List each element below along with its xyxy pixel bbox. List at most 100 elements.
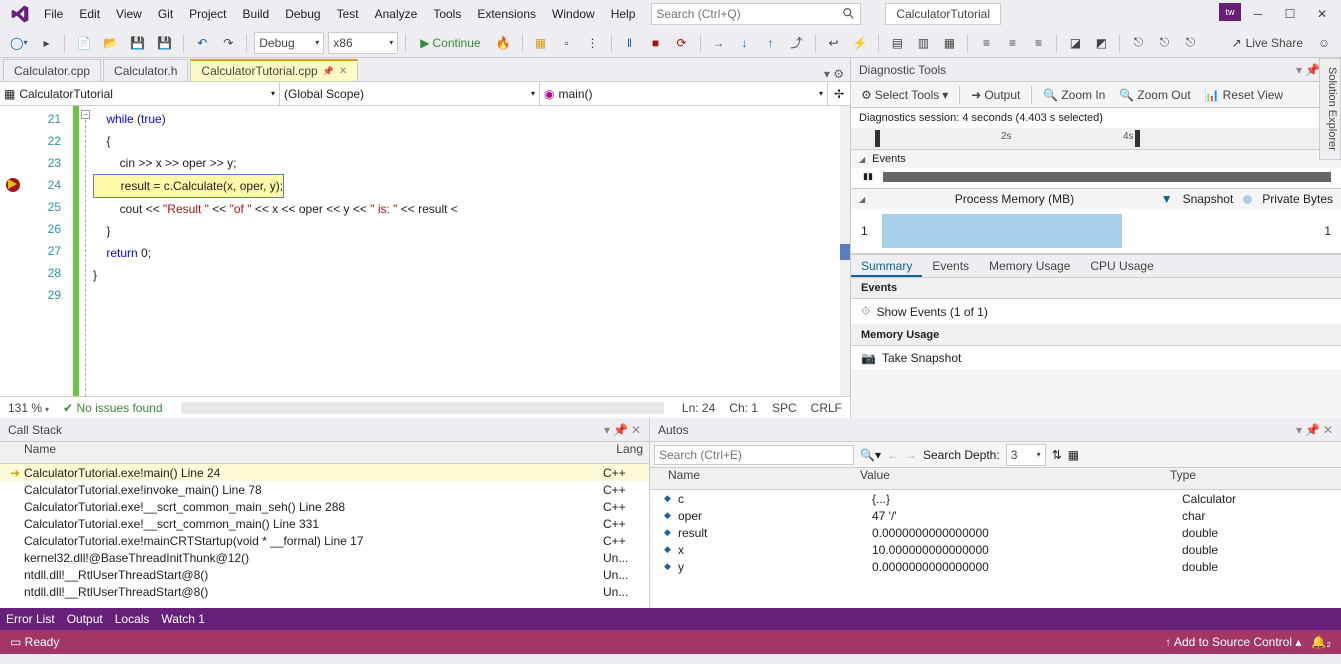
tb-btn-17[interactable]: ⎋: [1179, 32, 1201, 54]
step-out-button[interactable]: ↑: [760, 32, 782, 54]
diag-tab-summary[interactable]: Summary: [851, 255, 922, 277]
tb-btn-8[interactable]: ▥: [912, 32, 934, 54]
memory-section[interactable]: Memory Usage: [851, 325, 1341, 346]
callstack-title[interactable]: Call Stack▾📌✕: [0, 418, 649, 442]
menu-debug[interactable]: Debug: [277, 3, 328, 25]
tb-btn-1[interactable]: ▦: [530, 32, 552, 54]
menu-window[interactable]: Window: [544, 3, 603, 25]
search-icon[interactable]: 🔍▾: [860, 448, 881, 462]
step-into-button[interactable]: →: [708, 32, 730, 54]
tb-btn-9[interactable]: ▦: [938, 32, 960, 54]
menu-build[interactable]: Build: [235, 3, 278, 25]
tb-btn-14[interactable]: ◩: [1090, 32, 1112, 54]
menu-tools[interactable]: Tools: [425, 3, 469, 25]
diag-tab-memory-usage[interactable]: Memory Usage: [979, 255, 1080, 277]
pin-icon[interactable]: 📌: [1305, 63, 1320, 77]
events-header[interactable]: Events: [851, 150, 1341, 168]
depth-combo[interactable]: 3▾: [1006, 444, 1046, 466]
autos-row[interactable]: ◆oper47 '/'char: [650, 507, 1341, 524]
show-events-button[interactable]: ⟐Show Events (1 of 1): [851, 299, 1341, 325]
menu-help[interactable]: Help: [603, 3, 644, 25]
close-button[interactable]: ✕: [1307, 3, 1337, 25]
diag-title[interactable]: Diagnostic Tools▾📌✕: [851, 58, 1341, 82]
nav-back-button[interactable]: ◯▾: [6, 32, 31, 54]
account-icon[interactable]: tw: [1219, 3, 1241, 21]
live-share-button[interactable]: ↗ Live Share: [1226, 36, 1309, 50]
maximize-button[interactable]: ☐: [1275, 3, 1305, 25]
tb-btn-7[interactable]: ▤: [886, 32, 908, 54]
tab-Calculator.cpp[interactable]: Calculator.cpp: [3, 59, 101, 81]
tb-btn-10[interactable]: ≡: [975, 32, 997, 54]
output-button[interactable]: ➜ Output: [965, 86, 1026, 104]
tb-a1[interactable]: ⇅: [1052, 448, 1062, 462]
take-snapshot-button[interactable]: 📷Take Snapshot: [851, 346, 1341, 371]
menu-test[interactable]: Test: [329, 3, 367, 25]
tb-btn-12[interactable]: ≡: [1027, 32, 1049, 54]
nav-fwd-button[interactable]: ▸: [35, 32, 57, 54]
menu-file[interactable]: File: [36, 3, 71, 25]
bottom-tab-watch-1[interactable]: Watch 1: [161, 612, 205, 626]
search-box[interactable]: [651, 3, 861, 25]
tb-btn-6[interactable]: ⚡: [849, 32, 872, 54]
reset-view-button[interactable]: 📊 Reset View: [1199, 86, 1289, 104]
tab-Calculator.h[interactable]: Calculator.h: [103, 59, 188, 81]
continue-button[interactable]: ▶ Continue: [413, 32, 487, 54]
nav-project[interactable]: ▦CalculatorTutorial▾: [0, 82, 280, 105]
zoom-out-button[interactable]: 🔍 Zoom Out: [1113, 86, 1196, 104]
zoom-combo[interactable]: 131 %: [8, 401, 49, 415]
callstack-row[interactable]: CalculatorTutorial.exe!invoke_main() Lin…: [0, 481, 649, 498]
bottom-tab-locals[interactable]: Locals: [115, 612, 150, 626]
platform-combo[interactable]: x86▾: [328, 32, 398, 54]
nav-back[interactable]: ←: [887, 448, 899, 462]
solution-explorer-tab[interactable]: Solution Explorer: [1319, 58, 1341, 160]
tb-btn-4[interactable]: ⤴: [786, 32, 808, 54]
callstack-row[interactable]: ➜CalculatorTutorial.exe!main() Line 24C+…: [0, 464, 649, 481]
hot-reload-button[interactable]: 🔥: [492, 32, 515, 54]
autos-row[interactable]: ◆c{...}Calculator: [650, 490, 1341, 507]
tb-a2[interactable]: ▦: [1068, 448, 1079, 462]
source-control-button[interactable]: ↑ Add to Source Control ▴: [1165, 635, 1301, 649]
dropdown-icon[interactable]: ▾: [1296, 63, 1302, 77]
minimize-button[interactable]: ─: [1243, 3, 1273, 25]
split-button[interactable]: ✢: [828, 82, 850, 105]
callstack-row[interactable]: ntdll.dll!__RtlUserThreadStart@8()Un...: [0, 583, 649, 600]
autos-title[interactable]: Autos▾📌✕: [650, 418, 1341, 442]
tab-overflow[interactable]: ▾ ⚙: [818, 67, 850, 81]
nav-function[interactable]: ◉main()▾: [540, 82, 828, 105]
save-button[interactable]: 💾: [126, 32, 149, 54]
stop-button[interactable]: ■: [645, 32, 667, 54]
tb-btn-11[interactable]: ≡: [1001, 32, 1023, 54]
zoom-in-button[interactable]: 🔍 Zoom In: [1037, 86, 1111, 104]
save-all-button[interactable]: 💾: [153, 32, 176, 54]
nav-scope[interactable]: (Global Scope)▾: [280, 82, 540, 105]
menu-edit[interactable]: Edit: [71, 3, 108, 25]
tb-btn-2[interactable]: ▫: [556, 32, 578, 54]
tb-btn-15[interactable]: ⎋: [1127, 32, 1149, 54]
menu-project[interactable]: Project: [181, 3, 234, 25]
solution-name[interactable]: CalculatorTutorial: [885, 3, 1001, 25]
config-combo[interactable]: Debug▾: [254, 32, 324, 54]
menu-view[interactable]: View: [108, 3, 150, 25]
new-project-button[interactable]: 📄: [72, 32, 95, 54]
pause-button[interactable]: ‖: [619, 32, 641, 54]
autos-row[interactable]: ◆y0.0000000000000000double: [650, 558, 1341, 575]
step-over-button[interactable]: ↓: [734, 32, 756, 54]
tb-btn-3[interactable]: ⋮: [582, 32, 604, 54]
redo-button[interactable]: ↷: [217, 32, 239, 54]
callstack-row[interactable]: ntdll.dll!__RtlUserThreadStart@8()Un...: [0, 566, 649, 583]
diag-tab-cpu-usage[interactable]: CPU Usage: [1080, 255, 1163, 277]
autos-row[interactable]: ◆x10.000000000000000double: [650, 541, 1341, 558]
time-ruler[interactable]: 2s 4s: [851, 128, 1341, 150]
horizontal-scrollbar[interactable]: [181, 402, 664, 414]
bottom-tab-error-list[interactable]: Error List: [6, 612, 55, 626]
code-editor[interactable]: 212223242526272829 − while (true) { cin …: [0, 106, 850, 396]
tb-btn-5[interactable]: ↩: [823, 32, 845, 54]
diag-tab-events[interactable]: Events: [922, 255, 979, 277]
undo-button[interactable]: ↶: [191, 32, 213, 54]
select-tools-button[interactable]: ⚙ Select Tools ▾: [855, 86, 954, 104]
menu-analyze[interactable]: Analyze: [367, 3, 426, 25]
vertical-scrollbar[interactable]: [840, 106, 850, 396]
callstack-row[interactable]: kernel32.dll!@BaseThreadInitThunk@12()Un…: [0, 549, 649, 566]
notifications-button[interactable]: 🔔₂: [1311, 635, 1331, 649]
callstack-row[interactable]: CalculatorTutorial.exe!mainCRTStartup(vo…: [0, 532, 649, 549]
